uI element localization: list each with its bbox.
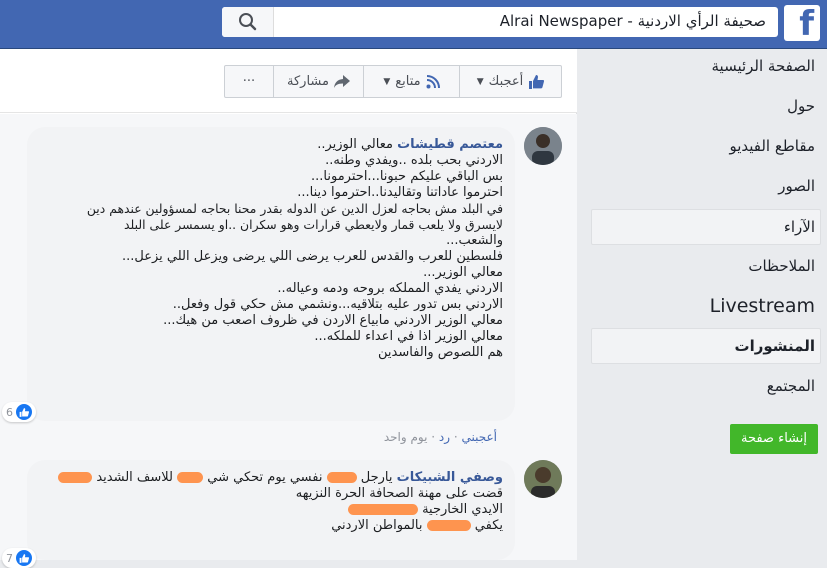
sidebar-item-videos[interactable]: مقاطع الفيديو [729,137,815,155]
comment-text-fragment: الايدي الخارجية [422,502,503,517]
comment-text-line: الاردني يفدي المملكه بروحه ودمه وعياله.. [277,281,503,296]
comment-like-link[interactable]: أعجبني [462,430,497,444]
comment-text-fragment: نفسي يوم تحكي شي [207,470,323,485]
sidebar-item-about[interactable]: حول [787,97,815,115]
comment-text-fragment: يكفي [474,518,503,533]
comment-text-line: معالي الوزير اذا في اعداء للملكه... [314,329,503,344]
comments-section: معتصم قطيشات معالي الوزير.. الاردني بحب … [0,114,577,568]
comment-text-line: معالي الوزير الاردني مابياع الاردن في ظر… [163,313,503,328]
redaction-mark [347,504,418,515]
sidebar-item-community[interactable]: المجتمع [767,377,815,395]
create-page-button[interactable]: إنشاء صفحة [730,424,818,454]
redaction-mark [326,472,357,483]
comment-meta: أعجبني · رد · يوم واحد [383,430,497,444]
top-bar: صحيفة الرأي الاردنية - Alrai Newspaper f [0,0,827,49]
follow-button[interactable]: متابع ▼ [363,66,459,97]
avatar[interactable] [524,460,562,498]
page-sidebar: الصفحة الرئيسية حول مقاطع الفيديو الصور … [583,49,827,560]
comment-bubble: معتصم قطيشات معالي الوزير.. الاردني بحب … [27,127,515,421]
sidebar-item-photos[interactable]: الصور [778,177,815,195]
share-arrow-icon [333,75,350,88]
comment-text-line: في البلد مش بحاجه لعزل الدين عن الدوله ب… [86,201,503,216]
comment-text-line: لايسرق ولا يلعب قمار ولايعطي قرارات وهو … [124,217,503,232]
more-icon: ··· [242,74,256,89]
page-actions: أعجبك ▼ متابع ▼ مشاركة ··· [224,65,562,98]
comment-author[interactable]: معتصم قطيشات [397,137,503,152]
main-feed: أعجبك ▼ متابع ▼ مشاركة ··· معتصم قطيشات [0,49,577,568]
sidebar-item-posts[interactable]: المنشورات [735,337,815,355]
redaction-mark [426,520,471,531]
comment-text-line: هم اللصوص والفاسدين [378,345,503,360]
search-input[interactable]: صحيفة الرأي الاردنية - Alrai Newspaper [500,12,766,30]
sidebar-item-notes[interactable]: الملاحظات [748,257,815,275]
comment-timestamp[interactable]: يوم واحد [384,430,428,444]
comment-text-fragment: يارجل [360,470,393,485]
like-reaction-icon [16,404,32,420]
comment-text-line: والشعب... [446,233,503,248]
comment-reply-link[interactable]: رد [439,430,450,444]
more-options-button[interactable]: ··· [225,66,273,97]
like-page-label: أعجبك [488,74,524,89]
like-page-button[interactable]: أعجبك ▼ [459,66,561,97]
redaction-mark [177,472,204,483]
share-label: مشاركة [287,74,329,89]
search-box[interactable]: صحيفة الرأي الاردنية - Alrai Newspaper [222,7,778,37]
comment-text-line: الاردني بحب بلده ..ويفدي وطنه.. [325,153,503,168]
reaction-count[interactable]: 6 [2,402,36,422]
like-reaction-icon [16,550,32,566]
chevron-down-icon: ▼ [476,76,484,87]
follow-label: متابع [395,74,421,89]
comment-text-fragment: بالمواطن الاردني [331,518,423,533]
thumbs-up-icon [529,74,545,89]
sidebar-item-reviews[interactable]: الآراء [784,218,815,236]
comment-text-line: معالي الوزير.. [317,137,393,152]
reaction-count[interactable]: 7 [2,548,36,568]
chevron-down-icon: ▼ [383,76,391,87]
search-icon [239,13,257,31]
comment-text-line: الاردني بس تدور عليه بتلاقيه...ونشمي مش … [172,297,503,312]
comment-text-line: بس الباقي عليكم حبونا...احترمونا... [311,169,503,184]
comment-text-line: فلسطين للعرب والقدس للعرب يرضى اللي يرضى… [121,249,503,264]
reaction-count-value: 6 [6,405,13,419]
comment-text-line: معالي الوزير... [423,265,503,280]
reaction-count-value: 7 [6,551,13,565]
comment-text-fragment: للاسف الشديد [96,470,173,485]
facebook-logo-icon[interactable]: f [784,4,820,44]
comment-author[interactable]: وصفي الشبيكات [397,470,503,485]
page-action-bar: أعجبك ▼ متابع ▼ مشاركة ··· [0,49,577,113]
search-button[interactable] [222,7,274,37]
comment-text-line: قضت على مهنة الصحافة الحرة النزيهه [295,486,503,501]
rss-icon [426,74,440,88]
share-button[interactable]: مشاركة [273,66,363,97]
redaction-mark [58,472,93,483]
comment-text-line: احترموا عاداتنا وتقاليدنا..احترموا دينا.… [297,185,503,200]
sidebar-item-home[interactable]: الصفحة الرئيسية [712,57,816,75]
sidebar-item-livestream[interactable]: Livestream [710,295,815,317]
avatar[interactable] [524,127,562,165]
comment-bubble: وصفي الشبيكات يارجل نفسي يوم تحكي شي للا… [27,460,515,560]
